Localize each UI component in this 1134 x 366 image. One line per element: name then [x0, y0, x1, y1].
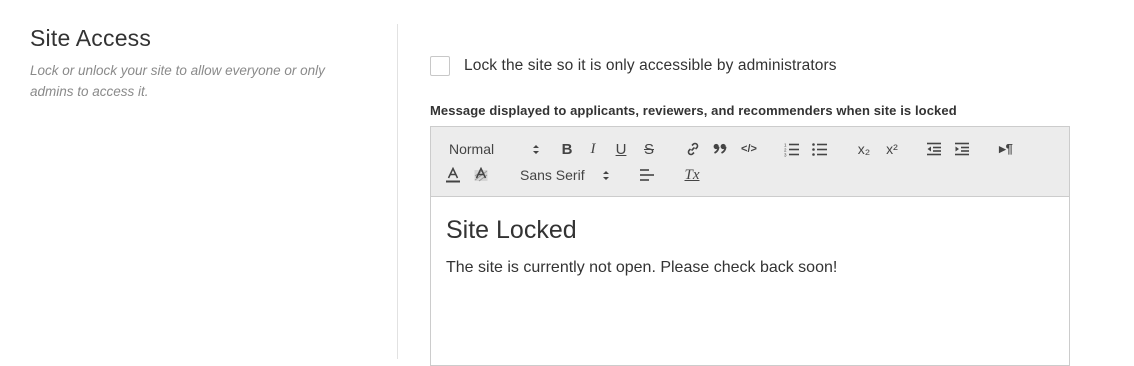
picker-caret-icon: [533, 144, 540, 154]
section-divider: [397, 24, 398, 359]
message-heading: Site Locked: [446, 216, 577, 244]
header-picker-label: Normal: [449, 141, 495, 157]
direction-rtl-button[interactable]: ▸¶: [996, 139, 1016, 159]
code-block-button[interactable]: </>: [739, 139, 759, 159]
svg-text:3: 3: [784, 152, 787, 157]
outdent-icon: [927, 142, 941, 156]
editor-content[interactable]: Site Locked The site is currently not op…: [431, 197, 1069, 295]
align-icon: [640, 169, 654, 181]
lock-site-label[interactable]: Lock the site so it is only accessible b…: [464, 57, 837, 75]
underline-button[interactable]: U: [614, 139, 628, 159]
ordered-list-button[interactable]: 1 2 3: [783, 139, 801, 159]
link-button[interactable]: [684, 139, 702, 159]
picker-caret-icon: [602, 170, 609, 180]
blockquote-button[interactable]: [712, 139, 728, 159]
rich-text-editor: Normal B I U S </> 1 2 3 x₂ x² ▸¶ Sans S…: [430, 126, 1070, 366]
ordered-list-icon: 1 2 3: [784, 142, 799, 157]
font-picker-label: Sans Serif: [520, 167, 585, 183]
lock-site-row: Lock the site so it is only accessible b…: [430, 56, 837, 76]
section-title: Site Access: [30, 25, 152, 51]
indent-icon: [955, 142, 969, 156]
superscript-button[interactable]: x²: [882, 139, 902, 159]
background-color-icon: [474, 167, 488, 182]
align-button[interactable]: [638, 165, 656, 185]
background-color-button[interactable]: [473, 165, 489, 185]
clear-format-button[interactable]: Tx: [683, 165, 701, 185]
font-picker[interactable]: Sans Serif: [520, 165, 610, 185]
indent-button[interactable]: [953, 139, 971, 159]
outdent-button[interactable]: [925, 139, 943, 159]
editor-toolbar: Normal B I U S </> 1 2 3 x₂ x² ▸¶ Sans S…: [431, 127, 1069, 197]
subscript-button[interactable]: x₂: [854, 139, 874, 159]
italic-button[interactable]: I: [586, 139, 600, 159]
header-picker[interactable]: Normal: [449, 139, 540, 159]
message-body: The site is currently not open. Please c…: [446, 259, 838, 276]
link-icon: [687, 142, 699, 156]
lock-site-checkbox[interactable]: [430, 56, 450, 76]
bullet-list-button[interactable]: [811, 139, 829, 159]
text-color-icon: [446, 167, 460, 183]
quote-icon: [713, 143, 727, 154]
strike-button[interactable]: S: [642, 139, 656, 159]
locked-message-label: Message displayed to applicants, reviewe…: [430, 103, 957, 118]
bold-button[interactable]: B: [559, 139, 575, 159]
bullet-list-icon: [812, 142, 827, 156]
section-description: Lock or unlock your site to allow everyo…: [30, 63, 325, 99]
section-info: Site Access Lock or unlock your site to …: [30, 24, 370, 102]
text-color-button[interactable]: [445, 165, 461, 185]
